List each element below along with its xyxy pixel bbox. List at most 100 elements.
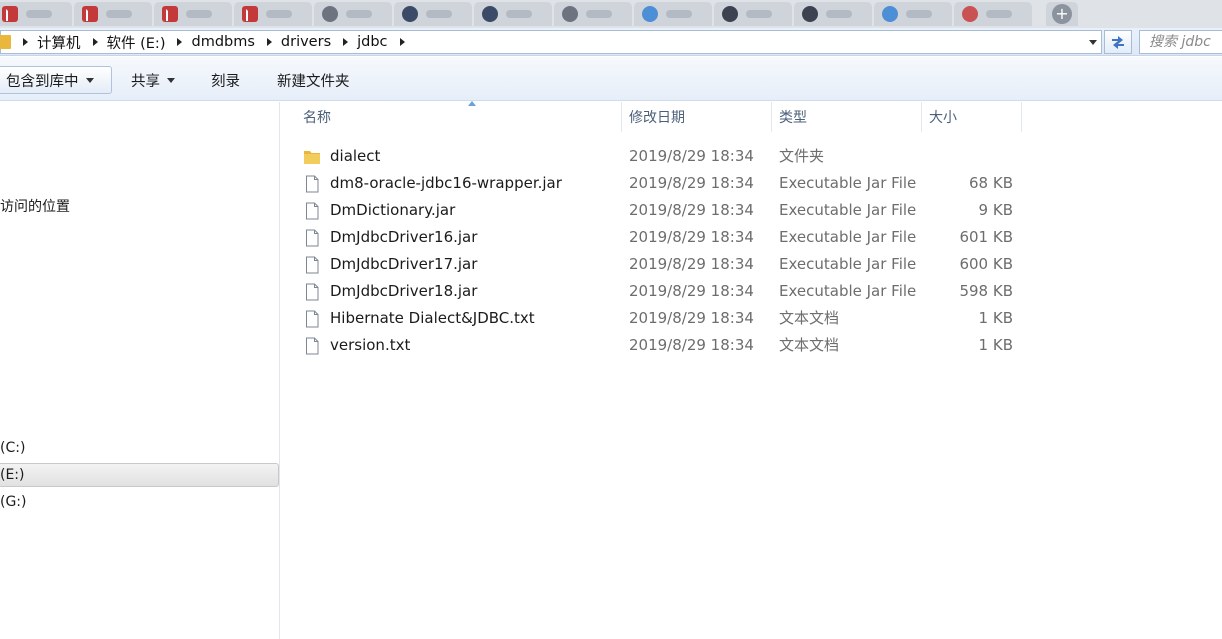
nav-item-label: (E:) [0, 467, 25, 483]
column-header-label: 修改日期 [629, 110, 685, 126]
file-modified-date: 2019/8/29 18:34 [629, 228, 754, 246]
globe-icon [562, 6, 578, 22]
breadcrumb-arrow-icon[interactable] [92, 38, 98, 46]
browser-tab[interactable] [554, 2, 632, 26]
file-row[interactable]: DmJdbcDriver18.jar 2019/8/29 18:34 Executa… [303, 278, 1023, 305]
browser-tab[interactable] [794, 2, 872, 26]
browser-tab[interactable] [74, 2, 152, 26]
jar-file-icon [303, 202, 321, 220]
nav-item-drive-g[interactable]: (G:) [0, 490, 279, 514]
new-tab-button[interactable]: + [1046, 2, 1078, 26]
share-label: 共享 [131, 73, 160, 90]
file-name[interactable]: Hibernate Dialect&JDBC.txt [330, 305, 535, 332]
search-input[interactable]: 搜索 jdbc [1139, 30, 1222, 54]
column-header-name[interactable]: 名称 [296, 101, 622, 132]
folder-icon [0, 35, 11, 49]
file-row[interactable]: DmJdbcDriver17.jar 2019/8/29 18:34 Executa… [303, 251, 1023, 278]
file-row[interactable]: DmJdbcDriver16.jar 2019/8/29 18:34 Executa… [303, 224, 1023, 251]
browser-tab[interactable] [874, 2, 952, 26]
column-header-size[interactable]: 大小 [922, 102, 1022, 132]
column-header-date[interactable]: 修改日期 [622, 102, 772, 132]
browser-tab-strip: + [0, 0, 1222, 28]
browser-tab[interactable] [634, 2, 712, 26]
address-bar[interactable]: 计算机 软件 (E:) dmdbms drivers jdbc [0, 30, 1102, 54]
breadcrumb-arrow-icon[interactable] [343, 38, 349, 46]
globe-icon [482, 6, 498, 22]
file-size: 601 KB [959, 228, 1013, 246]
file-type: Executable Jar File [779, 255, 917, 273]
file-size: 9 KB [978, 201, 1013, 219]
breadcrumb-dmdbms[interactable]: dmdbms [191, 34, 254, 50]
file-size: 1 KB [978, 336, 1013, 354]
browser-tab[interactable] [474, 2, 552, 26]
file-row[interactable]: version.txt 2019/8/29 18:34 文本文档 1 KB [303, 332, 1023, 359]
file-name[interactable]: dialect [330, 143, 380, 170]
file-name[interactable]: dm8-oracle-jdbc16-wrapper.jar [330, 170, 562, 197]
file-name[interactable]: DmDictionary.jar [330, 197, 455, 224]
file-modified-date: 2019/8/29 18:34 [629, 309, 754, 327]
column-header-type[interactable]: 类型 [772, 102, 922, 132]
globe-icon [402, 6, 418, 22]
refresh-button[interactable] [1104, 30, 1132, 54]
file-type: 文本文档 [779, 336, 840, 354]
breadcrumb-jdbc[interactable]: jdbc [357, 34, 387, 50]
breadcrumb-arrow-icon[interactable] [266, 38, 272, 46]
browser-tab[interactable] [314, 2, 392, 26]
burn-label: 刻录 [211, 73, 240, 90]
column-header-label: 类型 [779, 110, 807, 126]
file-size: 1 KB [978, 309, 1013, 327]
file-modified-date: 2019/8/29 18:34 [629, 147, 754, 165]
browser-tab[interactable] [0, 2, 72, 26]
browser-tab[interactable] [234, 2, 312, 26]
browser-tab[interactable] [154, 2, 232, 26]
file-size [933, 143, 1013, 170]
text-file-icon [303, 310, 321, 328]
jar-file-icon [303, 229, 321, 247]
chevron-down-icon [85, 77, 94, 83]
file-row[interactable]: Hibernate Dialect&JDBC.txt 2019/8/29 18:3… [303, 305, 1023, 332]
browser-tab[interactable] [714, 2, 792, 26]
nav-item-drive-e[interactable]: (E:) [0, 463, 279, 487]
breadcrumb-drive-e[interactable]: 软件 (E:) [107, 32, 166, 53]
file-row[interactable]: dialect 2019/8/29 18:34 文件夹 [303, 143, 1023, 170]
file-row[interactable]: dm8-oracle-jdbc16-wrapper.jar 2019/8/29 1… [303, 170, 1023, 197]
breadcrumb-arrow-icon[interactable] [177, 38, 183, 46]
app-icon [962, 6, 978, 22]
nav-item-drive-c[interactable]: (C:) [0, 436, 279, 460]
new-folder-button[interactable]: 新建文件夹 [277, 66, 350, 94]
chevron-down-icon[interactable] [1089, 40, 1097, 45]
jar-file-icon [303, 256, 321, 274]
file-modified-date: 2019/8/29 18:34 [629, 282, 754, 300]
chevron-down-icon [167, 77, 175, 83]
file-name[interactable]: version.txt [330, 332, 410, 359]
file-row[interactable]: DmDictionary.jar 2019/8/29 18:34 Executabl… [303, 197, 1023, 224]
new-folder-label: 新建文件夹 [277, 73, 350, 90]
folder-icon [303, 148, 321, 166]
breadcrumb-arrow-icon[interactable] [399, 38, 405, 46]
breadcrumb-arrow-icon[interactable] [23, 38, 28, 46]
file-size: 68 KB [969, 174, 1013, 192]
file-name[interactable]: DmJdbcDriver18.jar [330, 278, 477, 305]
burn-button[interactable]: 刻录 [211, 66, 240, 94]
nav-item-label: (C:) [0, 440, 26, 456]
globe-icon [322, 6, 338, 22]
breadcrumb-computer[interactable]: 计算机 [37, 32, 81, 53]
nav-item-recent-places[interactable]: 访问的位置 [0, 194, 279, 218]
include-in-library-button[interactable]: 包含到库中 [0, 66, 112, 94]
file-list: 名称 修改日期 类型 大小 dialect 2019/8/29 18:34 文件夹 d… [281, 101, 1222, 639]
browser-tab[interactable] [394, 2, 472, 26]
app-icon [802, 6, 818, 22]
nav-item-label: (G:) [0, 494, 27, 510]
sort-ascending-icon [468, 101, 476, 106]
cloud-icon [882, 6, 898, 22]
share-button[interactable]: 共享 [131, 66, 175, 94]
breadcrumb-drivers[interactable]: drivers [281, 34, 331, 50]
file-name[interactable]: DmJdbcDriver16.jar [330, 224, 477, 251]
breadcrumb: 计算机 软件 (E:) dmdbms drivers jdbc [11, 31, 414, 53]
browser-tab[interactable] [954, 2, 1032, 26]
address-row: 计算机 软件 (E:) dmdbms drivers jdbc 搜索 jdbc [0, 28, 1222, 56]
app-icon [642, 6, 658, 22]
include-in-library-label: 包含到库中 [6, 73, 79, 90]
file-type: Executable Jar File [779, 228, 917, 246]
file-name[interactable]: DmJdbcDriver17.jar [330, 251, 477, 278]
